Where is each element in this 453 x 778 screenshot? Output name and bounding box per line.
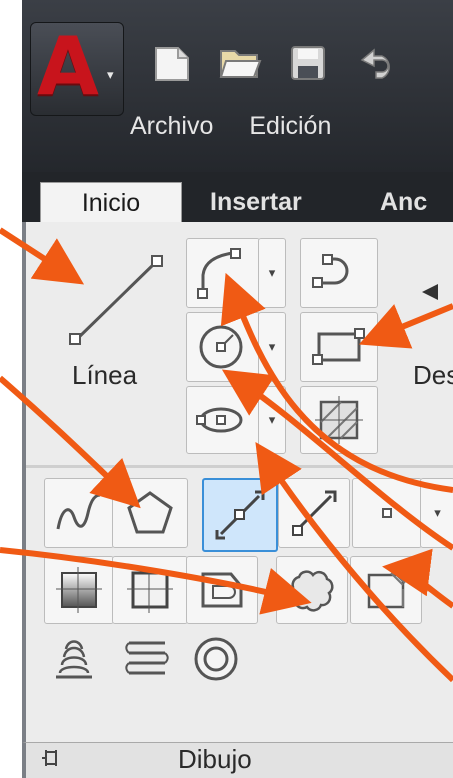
- region-button[interactable]: [186, 556, 258, 624]
- ray-icon: [292, 490, 337, 536]
- line-button[interactable]: [48, 236, 178, 426]
- hatch-icon: [315, 396, 363, 444]
- donut-button[interactable]: [186, 630, 246, 688]
- wipeout-icon: [367, 572, 406, 609]
- rectangle-icon: [312, 328, 365, 365]
- menu-bar: Archivo Edición: [130, 112, 331, 141]
- move-icon: [422, 284, 438, 300]
- panel-divider: [26, 465, 453, 468]
- pin-icon[interactable]: [38, 746, 60, 775]
- move-button[interactable]: [392, 236, 453, 452]
- point-icon: [382, 508, 392, 518]
- rectangle-button[interactable]: [300, 312, 378, 382]
- circle-icon: [199, 325, 243, 369]
- gradient-button[interactable]: [44, 556, 114, 624]
- point-dropdown[interactable]: ▾: [420, 478, 453, 548]
- polyline-button[interactable]: [186, 238, 260, 308]
- arc-icon: [312, 254, 349, 288]
- tab-inicio[interactable]: Inicio: [40, 182, 182, 223]
- revision-cloud-button[interactable]: [276, 556, 348, 624]
- open-file-button[interactable]: [218, 41, 262, 85]
- wipeout-button[interactable]: [350, 556, 422, 624]
- polyline-icon: [197, 248, 241, 299]
- construction-line-button[interactable]: [202, 478, 278, 552]
- 3d-polyline-icon: [125, 641, 169, 675]
- application-menu-button[interactable]: A ▾: [30, 22, 124, 116]
- open-folder-icon: [219, 50, 262, 78]
- circle-button[interactable]: [186, 312, 260, 382]
- boundary-button[interactable]: [112, 556, 188, 624]
- spline-icon: [56, 493, 101, 530]
- polygon-icon: [127, 491, 173, 534]
- helix-icon: [56, 640, 92, 679]
- panel-title: Dibujo: [178, 744, 252, 774]
- chevron-down-icon: ▾: [268, 412, 276, 427]
- ribbon-tab-bar: Inicio Insertar Anc: [22, 172, 453, 223]
- polygon-button[interactable]: [112, 478, 188, 548]
- menu-item-edicion[interactable]: Edición: [249, 112, 331, 141]
- boundary-icon: [127, 567, 173, 613]
- spline-button[interactable]: [44, 478, 114, 548]
- menu-item-archivo[interactable]: Archivo: [130, 112, 213, 141]
- point-button[interactable]: [352, 478, 422, 548]
- helix-button[interactable]: [44, 630, 104, 688]
- app-logo-icon: A: [37, 20, 99, 113]
- new-file-icon: [155, 47, 189, 81]
- undo-icon: [360, 48, 390, 79]
- line-icon: [69, 255, 163, 345]
- partial-label: Des: [413, 360, 453, 390]
- ellipse-dropdown[interactable]: ▾: [258, 386, 286, 454]
- save-button[interactable]: [286, 41, 330, 85]
- undo-button[interactable]: [354, 41, 398, 85]
- 3d-polyline-button[interactable]: [116, 630, 178, 688]
- construction-line-icon: [215, 490, 265, 540]
- application-window: A ▾ Archivo Edición Inicio Insertar Anc: [0, 0, 453, 778]
- arc-button[interactable]: [300, 238, 378, 308]
- tab-anotar[interactable]: Anc: [380, 182, 427, 222]
- line-label: Línea: [72, 360, 138, 390]
- new-file-button[interactable]: [150, 41, 194, 85]
- ellipse-icon: [196, 407, 243, 433]
- circle-dropdown[interactable]: ▾: [258, 312, 286, 382]
- donut-icon: [194, 637, 238, 681]
- tab-insertar[interactable]: Insertar: [210, 182, 302, 222]
- chevron-down-icon: ▾: [107, 67, 114, 82]
- hatch-button[interactable]: [300, 386, 378, 454]
- ellipse-button[interactable]: [186, 386, 260, 454]
- region-icon: [201, 572, 243, 608]
- chevron-down-icon: ▾: [268, 265, 276, 280]
- ray-button[interactable]: [278, 478, 350, 548]
- gradient-icon: [56, 567, 102, 613]
- revision-cloud-icon: [288, 570, 334, 612]
- chevron-down-icon: ▾: [268, 339, 276, 354]
- polyline-dropdown[interactable]: ▾: [258, 238, 286, 308]
- chevron-down-icon: ▾: [434, 505, 441, 520]
- quick-access-toolbar: [150, 38, 398, 88]
- save-icon: [291, 46, 325, 80]
